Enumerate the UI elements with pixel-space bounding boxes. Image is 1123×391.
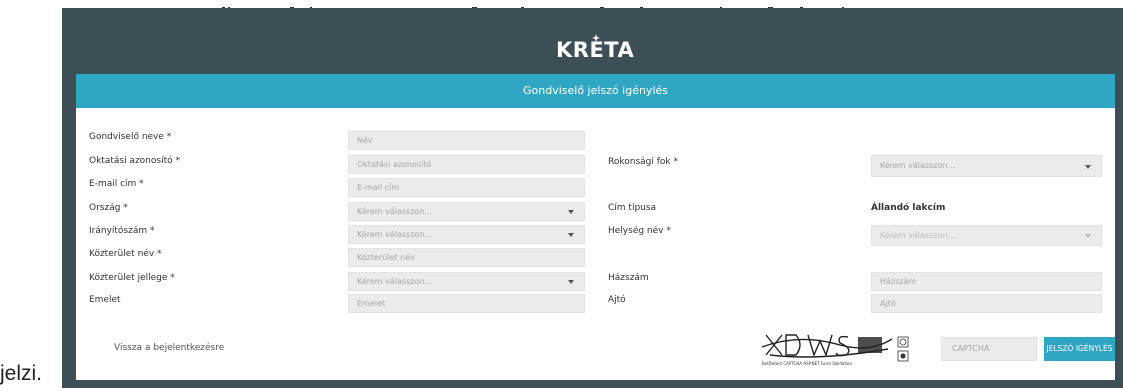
education-id-input[interactable]: Oktatási azonosító bbox=[348, 155, 585, 174]
postal-code-label: Irányítószám * bbox=[89, 226, 155, 236]
email-label: E-mail cím * bbox=[89, 179, 144, 189]
relationship-label: Rokonsági fok * bbox=[608, 157, 678, 167]
captcha-input[interactable]: CAPTCHA bbox=[941, 337, 1037, 361]
country-select[interactable]: Kérem válasszon... bbox=[348, 202, 585, 221]
kreta-window: KRETA Gondviselő jelszó igénylés Gondvis… bbox=[62, 8, 1123, 388]
street-type-select[interactable]: Kérem válasszon... bbox=[348, 272, 585, 291]
password-request-form: Gondviselő jelszó igénylés Gondviselő ne… bbox=[76, 74, 1115, 380]
postal-code-select-value: Kérem válasszon... bbox=[357, 230, 433, 239]
document-text-fragment bbox=[0, 0, 1123, 8]
request-password-button[interactable]: JELSZÓ IGÉNYLÉS bbox=[1044, 337, 1115, 361]
street-type-select-value: Kérem válasszon... bbox=[357, 277, 433, 286]
relationship-select-value: Kérem válasszon... bbox=[880, 161, 956, 170]
kreta-logo: KRETA bbox=[556, 34, 636, 74]
address-type-label: Cím típusa bbox=[608, 203, 657, 213]
street-type-label: Közterület jellege * bbox=[89, 273, 175, 283]
country-label: Ország * bbox=[89, 203, 128, 213]
captcha-image: BotDetect CAPTCHA ASP.NET Form Validatio… bbox=[760, 331, 913, 367]
city-select[interactable]: Kérem válasszon... bbox=[871, 225, 1102, 246]
street-name-label: Közterület név * bbox=[89, 249, 162, 259]
email-input[interactable]: E-mail cím bbox=[348, 178, 585, 197]
floor-label: Emelet bbox=[89, 295, 121, 305]
address-type-value: Állandó lakcím bbox=[871, 203, 946, 213]
city-label: Helység név * bbox=[608, 226, 671, 236]
chevron-down-icon bbox=[568, 280, 574, 284]
guardian-name-input[interactable]: Név bbox=[348, 131, 585, 150]
logo-star-icon bbox=[592, 34, 600, 42]
country-select-value: Kérem válasszon... bbox=[357, 207, 433, 216]
door-label: Ajtó bbox=[608, 295, 626, 305]
house-number-input[interactable]: Házszám bbox=[871, 272, 1102, 291]
door-input[interactable]: Ajtó bbox=[871, 294, 1102, 313]
document-trailing-word: jelzi. bbox=[0, 362, 43, 385]
guardian-name-label: Gondviselő neve * bbox=[89, 132, 172, 142]
postal-code-select[interactable]: Kérem válasszon... bbox=[348, 225, 585, 244]
chevron-down-icon bbox=[1085, 165, 1091, 169]
street-name-input[interactable]: Közterület név bbox=[348, 248, 585, 267]
city-select-value: Kérem válasszon... bbox=[880, 231, 956, 240]
relationship-select[interactable]: Kérem válasszon... bbox=[871, 155, 1102, 177]
captcha-reload-icon[interactable] bbox=[897, 336, 909, 348]
chevron-down-icon bbox=[568, 233, 574, 237]
captcha-caption: BotDetect CAPTCHA ASP.NET Form Validatio… bbox=[762, 361, 852, 366]
captcha-audio-icon[interactable] bbox=[897, 350, 909, 362]
floor-input[interactable]: Emelet bbox=[348, 294, 585, 313]
chevron-down-icon bbox=[1085, 234, 1091, 238]
form-title: Gondviselő jelszó igénylés bbox=[76, 74, 1115, 108]
house-number-label: Házszám bbox=[608, 273, 649, 283]
education-id-label: Oktatási azonosító * bbox=[89, 156, 180, 166]
chevron-down-icon bbox=[568, 210, 574, 214]
back-to-login-link[interactable]: Vissza a bejelentkezésre bbox=[114, 343, 224, 353]
